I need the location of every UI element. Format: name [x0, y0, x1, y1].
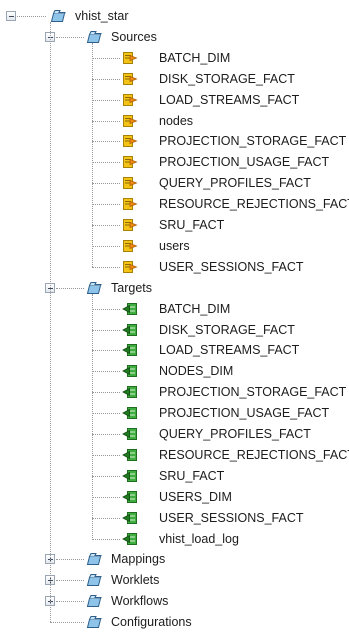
source-icon: [122, 51, 138, 65]
source-item[interactable]: nodes: [159, 114, 193, 128]
tree-connector-line: [92, 517, 120, 519]
source-icon: [122, 155, 138, 169]
source-icon: [122, 197, 138, 211]
tree-connector-line: [92, 245, 120, 247]
source-icon: [122, 176, 138, 190]
target-item[interactable]: LOAD_STREAMS_FACT: [159, 343, 299, 357]
target-icon: [122, 406, 138, 420]
tree-connector-line: [92, 434, 120, 435]
target-icon: [122, 343, 138, 357]
source-icon: [122, 72, 138, 86]
folder-icon: [86, 573, 102, 587]
target-icon: [122, 490, 138, 504]
tree-connector-line: [92, 120, 120, 122]
source-icon: [122, 218, 138, 232]
source-item[interactable]: SRU_FACT: [159, 218, 224, 232]
tree-folder-targets[interactable]: Targets: [111, 281, 152, 295]
tree-connector-line: [56, 580, 84, 582]
target-item[interactable]: QUERY_PROFILES_FACT: [159, 427, 311, 441]
tree-connector-line: [92, 183, 120, 185]
tree-connector-line: [92, 57, 120, 59]
source-icon: [122, 114, 138, 128]
target-icon: [122, 427, 138, 441]
tree-connector-line: [92, 392, 120, 394]
tree-connector-line: [92, 225, 120, 226]
target-item[interactable]: DISK_STORAGE_FACT: [159, 323, 295, 337]
tree-connector-line: [92, 99, 120, 101]
source-icon: [122, 93, 138, 107]
tree-connector-line: [92, 266, 120, 268]
target-icon: [122, 323, 138, 337]
tree-folder-mappings[interactable]: Mappings: [111, 552, 165, 566]
source-icon: [122, 260, 138, 274]
target-item[interactable]: USERS_DIM: [159, 490, 232, 504]
source-item[interactable]: users: [159, 239, 190, 253]
tree-folder-sources[interactable]: Sources: [111, 30, 157, 44]
tree-connector-line: [92, 78, 120, 80]
tree-folder-workflows[interactable]: Workflows: [111, 594, 168, 608]
tree-connector-line: [92, 293, 93, 539]
folder-icon: [86, 594, 102, 608]
tree-connector-line: [56, 559, 84, 561]
tree-connector-line: [17, 16, 46, 17]
source-item[interactable]: LOAD_STREAMS_FACT: [159, 93, 299, 107]
tree-connector-line: [92, 454, 120, 456]
target-item[interactable]: USER_SESSIONS_FACT: [159, 511, 304, 525]
tree-connector-line: [92, 413, 120, 415]
source-item[interactable]: PROJECTION_STORAGE_FACT: [159, 134, 346, 148]
target-icon: [122, 448, 138, 462]
target-item[interactable]: PROJECTION_USAGE_FACT: [159, 406, 329, 420]
tree-connector-line: [92, 162, 120, 164]
folder-icon: [50, 9, 66, 23]
tree-connector-line: [56, 601, 84, 603]
tree-connector-line: [92, 204, 120, 206]
target-item[interactable]: NODES_DIM: [159, 364, 233, 378]
target-item[interactable]: vhist_load_log: [159, 532, 239, 546]
source-item[interactable]: RESOURCE_REJECTIONS_FACT: [159, 197, 349, 211]
source-icon: [122, 134, 138, 148]
tree-connector-line: [92, 329, 120, 331]
tree-connector-line: [56, 287, 84, 289]
tree-connector-line: [92, 42, 93, 267]
tree-connector-line: [92, 141, 120, 143]
tree-folder-worklets[interactable]: Worklets: [111, 573, 159, 587]
tree-node-vhist-star[interactable]: vhist_star: [75, 9, 129, 23]
target-icon: [122, 469, 138, 483]
tree-connector-line: [92, 308, 120, 310]
target-item[interactable]: BATCH_DIM: [159, 302, 230, 316]
target-item[interactable]: RESOURCE_REJECTIONS_FACT: [159, 448, 349, 462]
target-item[interactable]: SRU_FACT: [159, 469, 224, 483]
target-icon: [122, 532, 138, 546]
target-icon: [122, 511, 138, 525]
target-icon: [122, 364, 138, 378]
tree-connector-line: [50, 22, 51, 623]
source-icon: [122, 239, 138, 253]
tree-connector-line: [56, 36, 84, 38]
folder-icon: [86, 281, 102, 295]
folder-icon: [86, 615, 102, 629]
tree-connector-line: [92, 350, 120, 352]
target-icon: [122, 385, 138, 399]
tree-connector-line: [92, 371, 120, 373]
tree-connector-line: [50, 622, 84, 624]
source-item[interactable]: USER_SESSIONS_FACT: [159, 260, 304, 274]
target-icon: [122, 302, 138, 316]
target-item[interactable]: PROJECTION_STORAGE_FACT: [159, 385, 346, 399]
repository-tree: vhist_star Sources BATCH_DIM DISK_STORAGE_F…: [0, 0, 349, 636]
source-item[interactable]: BATCH_DIM: [159, 51, 230, 65]
tree-connector-line: [92, 538, 120, 540]
tree-connector-line: [92, 496, 120, 498]
source-item[interactable]: PROJECTION_USAGE_FACT: [159, 155, 329, 169]
expand-collapse-toggle[interactable]: [6, 11, 16, 21]
source-item[interactable]: DISK_STORAGE_FACT: [159, 72, 295, 86]
folder-icon: [86, 552, 102, 566]
tree-connector-line: [92, 475, 120, 477]
folder-icon: [86, 30, 102, 44]
source-item[interactable]: QUERY_PROFILES_FACT: [159, 176, 311, 190]
tree-folder-configurations[interactable]: Configurations: [111, 615, 192, 629]
